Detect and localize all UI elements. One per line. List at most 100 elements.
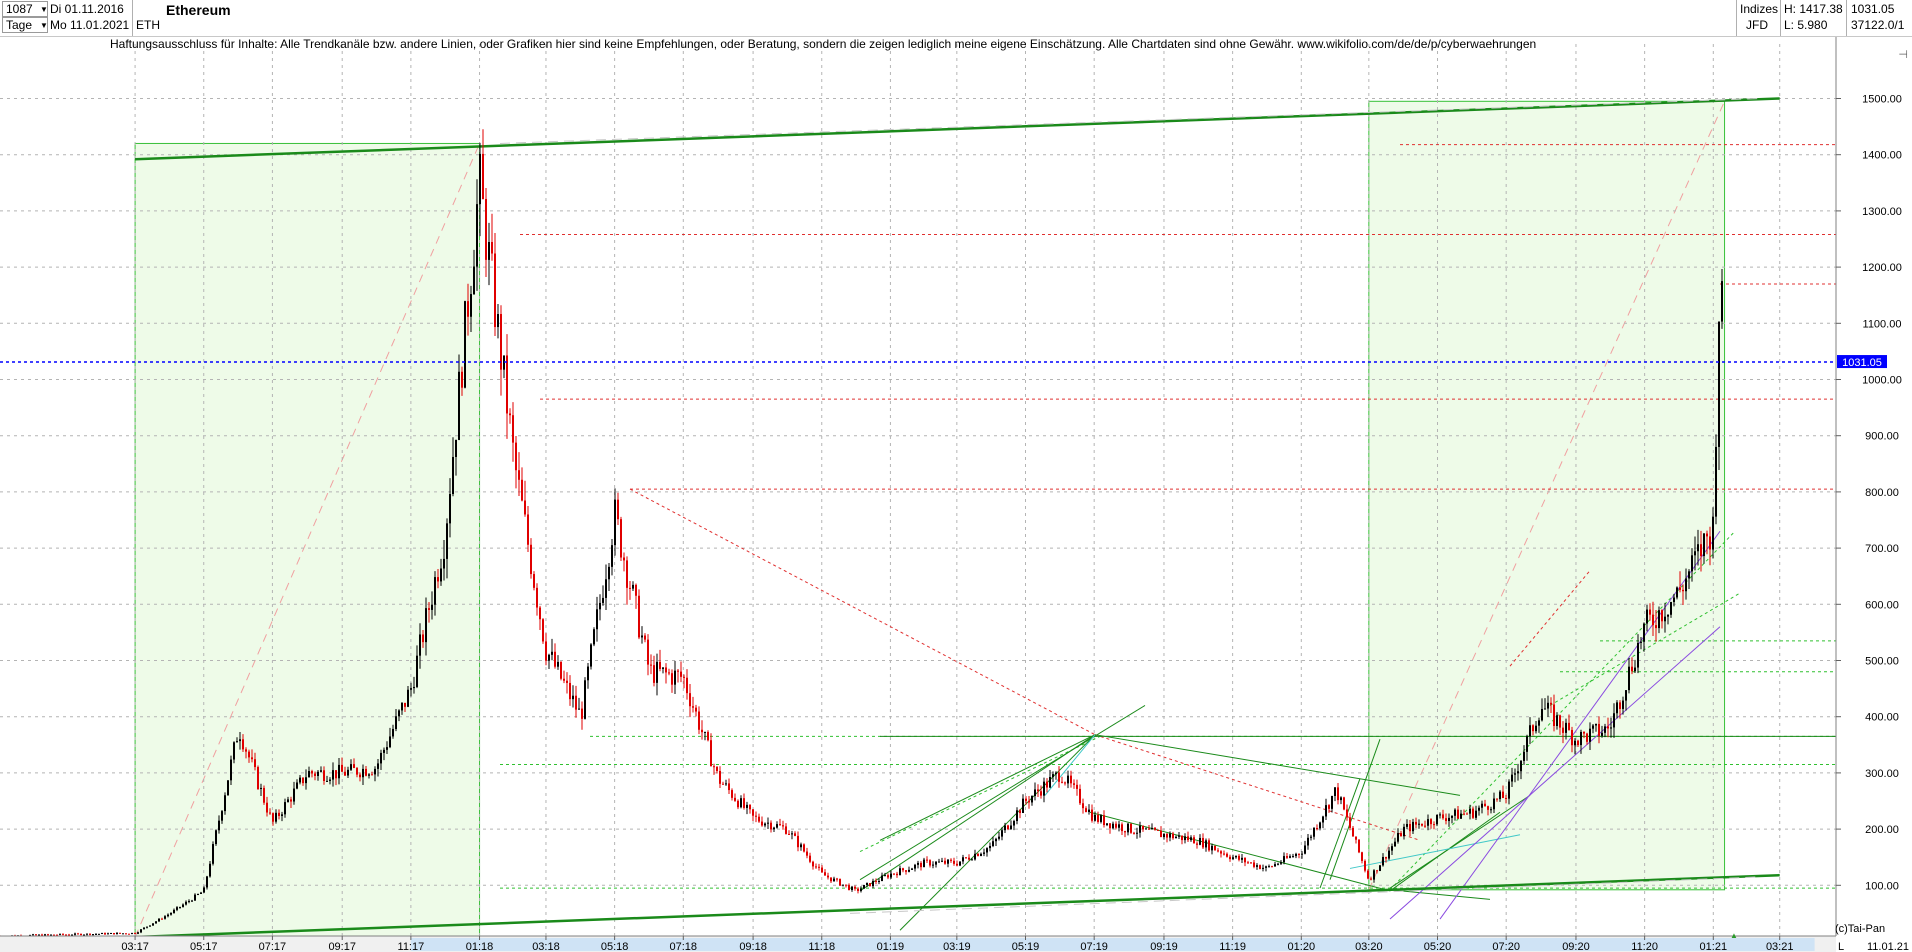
candle-body	[1295, 853, 1297, 857]
candle-body	[839, 879, 841, 886]
candle-body	[881, 875, 883, 881]
candle-body	[587, 666, 589, 681]
source-label: JFD	[1746, 18, 1768, 32]
candle-body	[35, 934, 37, 936]
candle-body	[1481, 803, 1483, 808]
candle-body	[1124, 831, 1126, 833]
candle-body	[1427, 819, 1429, 826]
candle-body	[1256, 865, 1258, 867]
candle-body	[425, 608, 427, 643]
candle-body	[776, 824, 778, 828]
candle-body	[1322, 816, 1324, 823]
candle-body	[122, 933, 124, 935]
candle-body	[800, 844, 802, 848]
candle-body	[530, 544, 532, 575]
candle-body	[1304, 845, 1306, 854]
candle-body	[1214, 845, 1216, 851]
candle-body	[1148, 828, 1150, 830]
candle-body	[212, 844, 214, 864]
header-divider	[1736, 0, 1737, 36]
bars-count-select[interactable]: 1087 ▼	[2, 1, 48, 17]
candle-body	[1442, 814, 1444, 819]
candle-body	[53, 934, 55, 936]
candle-body	[914, 864, 916, 869]
candle-body	[1688, 571, 1690, 579]
candle-body	[725, 783, 727, 785]
candle-body	[746, 804, 748, 808]
candle-body	[1262, 867, 1264, 869]
candle-body	[527, 514, 529, 545]
period-select[interactable]: Tage ▼	[2, 17, 48, 33]
candle-body	[1655, 625, 1657, 629]
candle-body	[1532, 725, 1534, 732]
candle-body	[1490, 809, 1492, 811]
candle-body	[1535, 725, 1537, 732]
candle-body	[158, 918, 160, 922]
candle-body	[644, 635, 646, 640]
candle-body	[1175, 836, 1177, 839]
candle-body	[1196, 843, 1198, 845]
candle-body	[284, 802, 286, 815]
candle-body	[1454, 809, 1456, 816]
candle-body	[893, 873, 895, 875]
x-tick-label: 07:17	[259, 941, 287, 952]
candle-body	[1577, 740, 1579, 746]
candle-body	[1031, 795, 1033, 803]
candle-body	[113, 932, 115, 935]
candle-body	[191, 900, 193, 902]
candle-body	[761, 821, 763, 826]
x-tick-label: 01:19	[877, 941, 905, 952]
x-tick-label: 03:17	[121, 941, 149, 952]
bars-count-value: 1087	[6, 2, 33, 16]
now-marker-icon: ▲	[1730, 931, 1738, 940]
candle-body	[1235, 855, 1237, 858]
candle-body	[845, 884, 847, 886]
candle-body	[386, 747, 388, 750]
candle-body	[1094, 814, 1096, 821]
x-tick-label: 03:18	[532, 941, 560, 952]
candle-body	[1028, 800, 1030, 803]
candle-body	[971, 859, 973, 861]
candle-body	[1547, 702, 1549, 709]
candle-body	[1445, 818, 1447, 822]
candle-body	[1325, 805, 1327, 817]
candle-body	[1565, 722, 1567, 733]
candle-body	[1622, 700, 1624, 709]
candle-body	[218, 820, 220, 831]
x-tick-label: 09:19	[1150, 941, 1178, 952]
candle-body	[365, 768, 367, 776]
candle-body	[1280, 862, 1282, 864]
candle-body	[515, 442, 517, 471]
candle-body	[686, 677, 688, 694]
candle-body	[245, 749, 247, 752]
candle-body	[464, 301, 466, 388]
candle-body	[1517, 771, 1519, 774]
candle-body	[86, 933, 88, 935]
candle-body	[1238, 855, 1240, 860]
candle-body	[1499, 791, 1501, 800]
candle-body	[1244, 857, 1246, 863]
candle-body	[1097, 814, 1099, 822]
candle-body	[1703, 533, 1705, 557]
candle-body	[422, 634, 424, 643]
candle-body	[368, 774, 370, 776]
candle-body	[977, 853, 979, 856]
candle-body	[1091, 809, 1093, 821]
y-tick-label: 700.00	[1865, 543, 1899, 555]
price-chart[interactable]: 100.00 200.00 300.00 400.00 500.00 600.00 700.…	[0, 0, 1912, 952]
category-label: Indizes	[1740, 2, 1779, 16]
candle-body	[1352, 827, 1354, 837]
candle-body	[782, 825, 784, 827]
candle-body	[488, 242, 490, 260]
candle-body	[788, 833, 790, 835]
candle-body	[1475, 810, 1477, 818]
candle-body	[1172, 833, 1174, 839]
candle-body	[1109, 823, 1111, 829]
scale-mode-label: L	[1838, 941, 1844, 952]
candle-body	[674, 670, 676, 685]
candle-body	[125, 933, 127, 935]
candle-body	[830, 877, 832, 882]
candle-body	[146, 926, 148, 928]
candle-body	[1652, 614, 1654, 626]
candle-body	[1556, 715, 1558, 727]
